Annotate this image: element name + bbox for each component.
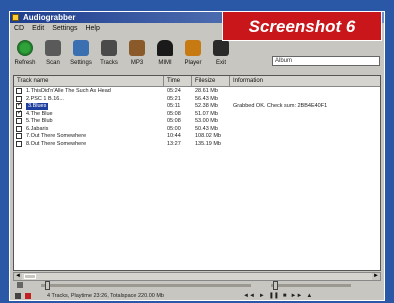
tracks-button[interactable]: Tracks — [96, 36, 122, 76]
cell-time: 10:44 — [167, 133, 181, 139]
cell-information: Grabbed OK. Check sum: 2BB4E40F1 — [233, 103, 328, 109]
settings-icon — [73, 40, 89, 56]
track-checkbox[interactable] — [16, 133, 22, 139]
cell-time: 13:27 — [167, 140, 181, 147]
track-checkbox[interactable] — [16, 140, 22, 147]
volume-knob[interactable] — [45, 281, 50, 290]
table-row[interactable]: 3.Blues 05:11 52.38 Mb Grabbed OK. Check su… — [14, 102, 380, 110]
scroll-thumb[interactable] — [24, 274, 36, 279]
horizontal-scrollbar[interactable]: ◄ ► — [13, 272, 381, 281]
track-checkbox[interactable] — [16, 95, 22, 102]
cell-track-name: 1.ThisDid'n'Alle The Such As Head — [26, 88, 111, 94]
volume-icon — [17, 282, 23, 288]
player-button[interactable]: Player — [180, 36, 206, 76]
scroll-left-icon[interactable]: ◄ — [14, 273, 22, 280]
track-checkbox[interactable] — [16, 88, 22, 94]
list-header: Track name Time Filesize Information — [14, 76, 380, 87]
cell-time: 05:21 — [167, 95, 181, 102]
cell-filesize: 50.43 Mb — [195, 125, 218, 132]
cell-track-name: 2.PSC 1 B.16... — [26, 95, 64, 102]
exit-button[interactable]: Exit — [208, 36, 234, 76]
column-track-name[interactable]: Track name — [14, 76, 164, 86]
position-knob[interactable] — [273, 281, 278, 290]
table-row[interactable]: 7.Out There Somewhere 10:44 108.02 Mb — [14, 133, 380, 140]
screenshot-banner: Screenshot 6 — [222, 11, 382, 41]
prev-icon[interactable]: ◄◄ — [243, 292, 255, 300]
table-row[interactable]: 5.The Blub 05:08 53.00 Mb — [14, 118, 380, 125]
menu-help[interactable]: Help — [85, 23, 99, 34]
tracks-icon — [101, 40, 117, 56]
scan-button[interactable]: Scan — [40, 36, 66, 76]
track-checkbox[interactable] — [16, 102, 22, 109]
app-icon — [12, 14, 19, 21]
cell-track-name: 3.Blues — [26, 103, 49, 110]
refresh-icon — [17, 40, 33, 56]
mp3-icon — [129, 40, 145, 56]
cell-time: 05:00 — [167, 125, 181, 132]
cell-filesize: 56.43 Mb — [195, 95, 218, 102]
cell-track-name: 5.The Blub — [26, 118, 53, 124]
mp3-button[interactable]: MP3 — [124, 36, 150, 76]
track-checkbox[interactable] — [16, 118, 22, 124]
cell-filesize: 52.38 Mb — [195, 103, 218, 109]
table-row[interactable]: 2.PSC 1 B.16... 05:21 56.43 Mb — [14, 95, 380, 103]
mimi-icon — [157, 40, 173, 56]
cell-filesize: 135.19 Mb — [195, 140, 221, 147]
settings-button[interactable]: Settings — [68, 36, 94, 76]
pause-icon[interactable]: ❚❚ — [269, 292, 279, 300]
scan-icon — [45, 40, 61, 56]
table-row[interactable]: 8.Out There Somewhere 13:27 135.19 Mb — [14, 140, 380, 148]
cd-icon — [15, 293, 21, 299]
menu-cd[interactable]: CD — [14, 23, 24, 34]
cell-filesize: 51.07 Mb — [195, 110, 218, 117]
cell-track-name: 4.The Blue — [26, 110, 53, 117]
volume-slider[interactable] — [41, 281, 251, 290]
stop-icon[interactable]: ■ — [283, 292, 287, 300]
cell-time: 05:24 — [167, 88, 181, 94]
play-icon[interactable]: ► — [259, 292, 265, 300]
track-checkbox[interactable] — [16, 125, 22, 132]
album-field[interactable]: Album — [272, 56, 380, 66]
app-window: Audiograbber _ □ × CD Edit Settings Help… — [9, 11, 385, 301]
cell-filesize: 53.00 Mb — [195, 118, 218, 124]
scroll-right-icon[interactable]: ► — [372, 273, 380, 280]
mimi-button[interactable]: MIMI — [152, 36, 178, 76]
position-slider[interactable] — [271, 281, 351, 290]
column-filesize[interactable]: Filesize — [192, 76, 230, 86]
menu-settings[interactable]: Settings — [52, 23, 77, 34]
status-text: 4 Tracks, Playtime 23:26, Totalspace 220… — [47, 293, 164, 299]
refresh-button[interactable]: Refresh — [12, 36, 38, 76]
cell-filesize: 28.61 Mb — [195, 88, 218, 94]
cell-track-name: 7.Out There Somewhere — [26, 133, 87, 139]
track-list[interactable]: Track name Time Filesize Information 1.T… — [13, 75, 381, 271]
record-icon — [25, 293, 31, 299]
eject-icon[interactable]: ▲ — [306, 292, 312, 300]
cell-time: 05:08 — [167, 110, 181, 117]
cell-time: 05:11 — [167, 103, 181, 109]
cell-track-name: 8.Out There Somewhere — [26, 140, 87, 147]
status-bar: 4 Tracks, Playtime 23:26, Totalspace 220… — [13, 292, 381, 300]
column-information[interactable]: Information — [230, 76, 380, 86]
table-row[interactable]: 4.The Blue 05:08 51.07 Mb — [14, 110, 380, 118]
track-checkbox[interactable] — [16, 110, 22, 117]
table-row[interactable]: 1.ThisDid'n'Alle The Such As Head 05:24 28… — [14, 88, 380, 95]
cell-filesize: 108.02 Mb — [195, 133, 221, 139]
player-icon — [185, 40, 201, 56]
table-row[interactable]: 6.Jabaris 05:00 50.43 Mb — [14, 125, 380, 133]
cell-time: 05:08 — [167, 118, 181, 124]
menu-edit[interactable]: Edit — [32, 23, 44, 34]
cell-track-name: 6.Jabaris — [26, 125, 49, 132]
exit-icon — [213, 40, 229, 56]
next-icon[interactable]: ►► — [291, 292, 303, 300]
column-time[interactable]: Time — [164, 76, 192, 86]
window-title: Audiograbber — [23, 13, 76, 22]
slider-row — [13, 281, 381, 290]
